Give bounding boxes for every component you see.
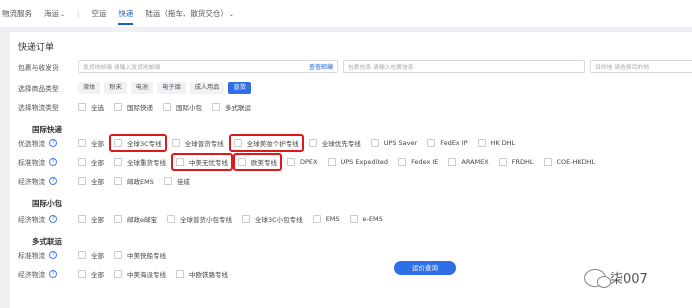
wechat-icon [584,268,611,288]
economy-label: 经济物流? [18,176,78,186]
goods-liquid[interactable]: 液体 [78,81,101,94]
preferred-label: 优选物流? [18,138,78,148]
checkbox-preferred-all[interactable]: 全部 [78,138,104,148]
goods-battery[interactable]: 电池 [130,81,154,94]
checkbox-multimodal[interactable]: 多式联运 [212,102,251,112]
multi-economy-label: 经济物流? [18,269,78,279]
red-highlight-box [109,133,167,152]
checkbox-coe-hkdhl[interactable]: COE-HKDHL [543,157,595,166]
section-intl-express: 国际快递 [32,125,62,134]
red-highlight-box [228,133,304,152]
nav-express[interactable]: 快递 [118,0,134,27]
checkbox-global-beauty[interactable]: 全球美妆个护专线 [228,133,304,152]
goods-row: 选择商品类型 液体 粉末 电池 电子烟 成人用品 普货 [18,81,255,94]
checkbox-china-eu-rail[interactable]: 中欧铁路专线 [176,269,228,279]
checkbox-us-fast-ship[interactable]: 中美快船专线 [114,250,166,260]
checkbox-economy-all[interactable]: 全部 [78,176,104,186]
checkbox-multi-std-all[interactable]: 全部 [78,250,104,260]
help-icon: ? [49,250,58,259]
checkbox-post-epacket[interactable]: 邮政e邮宝 [114,214,157,224]
address-label: 包裹与收发货 [18,63,59,72]
nav-sea[interactable]: 海运⌄ [44,0,65,27]
checkbox-e-ems[interactable]: e-EMS [349,214,383,223]
nav-air[interactable]: 空运 [91,0,106,27]
logistics-label: 选择物流类型 [18,103,59,112]
address-row: 包裹与收发货 发货地邮编 请输入发货地邮编 查查邮编 包裹信息 请输入包裹信息 … [18,60,692,73]
help-icon: ? [49,269,58,278]
checkbox-ups-expedited[interactable]: UPS Expedited [327,157,388,166]
top-nav: 物流服务 海运⌄ | 空运 快递 陆运（拖车、散货交仓）⌄ [0,0,692,27]
checkbox-ups-saver[interactable]: UPS Saver [370,138,417,147]
checkbox-select-all[interactable]: 全选 [78,102,104,112]
help-icon: ? [49,138,58,147]
page-title: 快递订单 [18,43,55,53]
checkbox-global-priority[interactable]: 全球优先专线 [308,138,361,148]
express-order-card: 快递订单 包裹与收发货 发货地邮编 请输入发货地邮编 查查邮编 包裹信息 请输入… [10,32,692,308]
preferred-row: 优选物流? 全部 全球3C专线 全球普货专线 全球美妆个护专线 全球优先专线 U… [18,133,525,152]
nav-logistics[interactable]: 物流服务 [2,0,32,27]
multi-standard-label: 标准物流? [18,250,78,260]
checkbox-global-3c[interactable]: 全球3C专线 [109,133,167,152]
checkbox-multi-eco-all[interactable]: 全部 [78,269,104,279]
checkbox-us-worryfree[interactable]: 中美无忧专线 [171,152,233,171]
checkbox-global-heavy[interactable]: 全球重货专线 [114,157,166,167]
watermark: 柒007 [584,268,648,288]
standard-label: 标准物流? [18,157,78,167]
checkbox-ems[interactable]: EMS [312,214,340,223]
checkbox-aramex[interactable]: ARAMEX [448,157,489,166]
divider: | [77,9,80,18]
help-icon: ? [49,176,58,185]
checkbox-intl-small[interactable]: 国际小包 [163,102,202,112]
origin-zip-input[interactable]: 发货地邮编 请输入发货地邮编 查查邮编 [78,60,338,73]
standard-row: 标准物流? 全部 全球重货专线 中美无忧专线 欧美专线 DPEX UPS Exp… [18,152,605,171]
checkbox-small-all[interactable]: 全部 [78,214,104,224]
chevron-down-icon: ⌄ [60,11,66,18]
watermark-text: 柒007 [610,272,648,287]
checkbox-frdhl[interactable]: FRDHL [498,157,534,166]
logistics-row: 选择物流类型 全选 国际快递 国际小包 多式联运 [18,100,261,113]
multi-standard-row: 标准物流? 全部 中美快船专线 [18,248,176,261]
small-economy-label: 经济物流? [18,214,78,224]
section-multimodal: 多式联运 [32,237,62,246]
destination-input[interactable]: 目的地 请选择目的地 [590,60,692,73]
checkbox-fedex-ie[interactable]: Fedex IE [398,157,438,166]
nav-land[interactable]: 陆运（拖车、散货交仓）⌄ [145,0,234,27]
checkbox-global-general-small[interactable]: 全球普货小包专线 [167,214,232,224]
chevron-down-icon: ⌄ [228,11,234,18]
red-highlight-box [233,152,282,171]
help-icon: ? [49,214,58,223]
goods-label: 选择商品类型 [18,84,59,93]
small-economy-row: 经济物流? 全部 邮政e邮宝 全球普货小包专线 全球3C小包专线 EMS e-E… [18,212,393,225]
package-info-input[interactable]: 包裹信息 请输入包裹信息 [343,60,585,73]
multi-economy-row: 经济物流? 全部 中美海派专线 中欧铁路专线 [18,267,238,280]
section-intl-small: 国际小包 [32,199,62,208]
economy-row: 经济物流? 全部 邮政EMS 佳成 [18,174,200,187]
checkbox-global-3c-small[interactable]: 全球3C小包专线 [242,214,303,224]
checkbox-us-sea[interactable]: 中美海派专线 [114,269,166,279]
checkbox-intl-express[interactable]: 国际快递 [114,102,153,112]
lookup-zip-link[interactable]: 查查邮编 [309,62,333,71]
checkbox-post-ems[interactable]: 邮政EMS [114,176,154,186]
goods-general[interactable]: 普货 [228,81,251,94]
checkbox-standard-all[interactable]: 全部 [78,157,104,167]
checkbox-jiacheng[interactable]: 佳成 [163,176,190,186]
checkbox-eu-us[interactable]: 欧美专线 [233,152,282,171]
checkbox-global-general[interactable]: 全球普货专线 [171,138,224,148]
red-highlight-box [171,152,233,171]
checkbox-dpex[interactable]: DPEX [287,157,318,166]
checkbox-fedex-ip[interactable]: FedEx IP [427,138,468,147]
goods-powder[interactable]: 粉末 [104,81,127,94]
rate-query-button[interactable]: 运价查询 [394,261,456,275]
goods-ecig[interactable]: 电子烟 [157,81,186,94]
goods-adult[interactable]: 成人用品 [189,81,225,94]
checkbox-hk-dhl[interactable]: HK DHL [477,138,515,147]
help-icon: ? [49,157,58,166]
